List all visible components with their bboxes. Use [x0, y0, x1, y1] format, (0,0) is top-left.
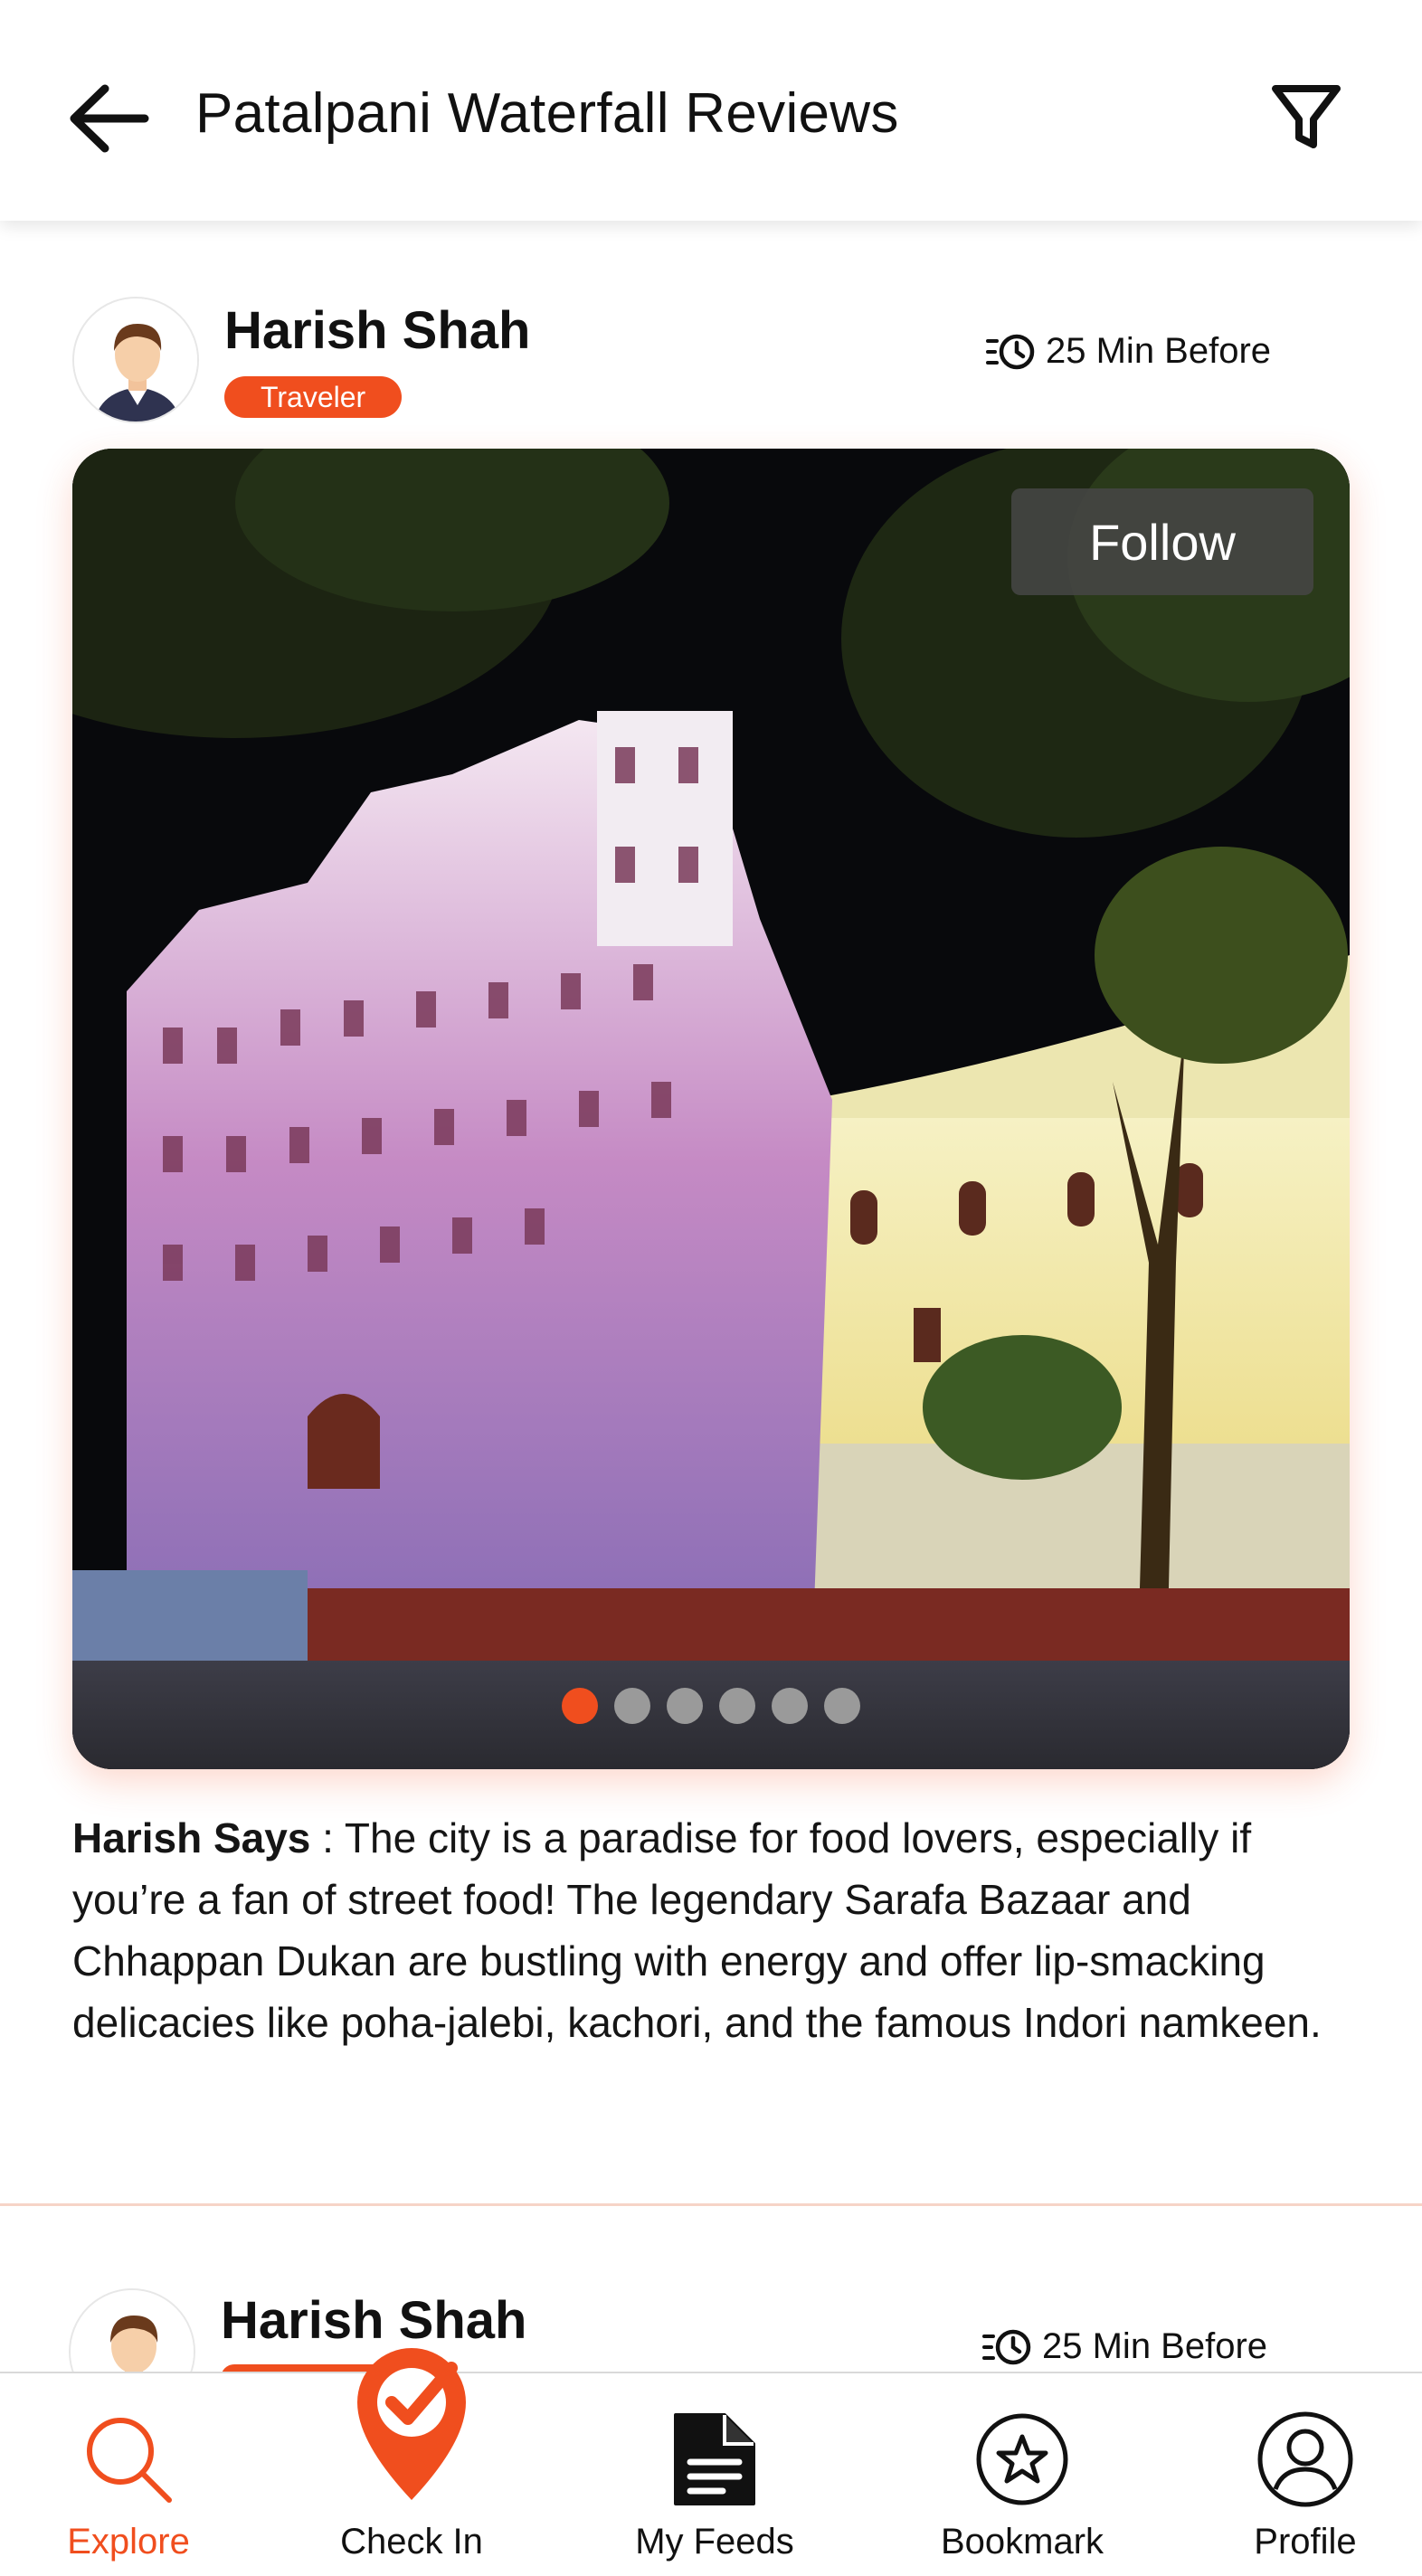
- review-text: Harish Says : The city is a paradise for…: [72, 1807, 1357, 2053]
- author-name[interactable]: Harish Shah: [224, 300, 530, 361]
- document-icon: [674, 2413, 755, 2505]
- filter-button[interactable]: [1268, 80, 1344, 156]
- nav-profile[interactable]: Profile: [1212, 2373, 1398, 2576]
- follow-button[interactable]: Follow: [1011, 488, 1313, 595]
- timestamp-text: 25 Min Before: [1042, 2326, 1268, 2366]
- timestamp-text: 25 Min Before: [1046, 331, 1272, 371]
- check-in-pin-icon: [357, 2348, 466, 2500]
- carousel-dot[interactable]: [614, 1688, 650, 1724]
- search-icon: [87, 2418, 172, 2503]
- page-title: Patalpani Waterfall Reviews: [195, 82, 899, 145]
- review-timestamp: 25 Min Before: [982, 2326, 1267, 2367]
- nav-label: Bookmark: [940, 2522, 1104, 2562]
- carousel-dot[interactable]: [824, 1688, 860, 1724]
- review-divider: [0, 2203, 1422, 2206]
- history-clock-icon: [986, 334, 1035, 369]
- avatar[interactable]: [72, 297, 199, 423]
- review-timestamp: 25 Min Before: [986, 331, 1271, 372]
- carousel-indicator: [72, 1688, 1350, 1724]
- role-badge: Traveler: [224, 376, 403, 418]
- nav-label: My Feeds: [635, 2522, 794, 2562]
- carousel-dot[interactable]: [772, 1688, 808, 1724]
- nav-label: Check In: [340, 2522, 483, 2562]
- review-separator: :: [310, 1814, 345, 1861]
- nav-my-feeds[interactable]: My Feeds: [615, 2373, 814, 2576]
- carousel-dot[interactable]: [562, 1688, 598, 1724]
- filter-icon: [1272, 85, 1341, 148]
- history-clock-icon: [982, 2329, 1031, 2364]
- review-photo-carousel[interactable]: Follow: [72, 449, 1350, 1769]
- bottom-navigation: Explore Check In My Feeds Bookmark Profi…: [0, 2348, 1422, 2576]
- nav-label: Profile: [1254, 2522, 1357, 2562]
- nav-label: Explore: [67, 2522, 190, 2562]
- carousel-dot[interactable]: [667, 1688, 703, 1724]
- nav-check-in[interactable]: Check In: [317, 2348, 507, 2576]
- avatar-icon: [74, 298, 197, 421]
- arrow-left-icon: [70, 84, 149, 153]
- star-icon: [976, 2413, 1068, 2505]
- user-icon: [1257, 2411, 1353, 2507]
- nav-explore[interactable]: Explore: [36, 2373, 221, 2576]
- palace-night-photo: [72, 449, 1350, 1769]
- carousel-dot[interactable]: [719, 1688, 755, 1724]
- back-button[interactable]: [65, 78, 156, 159]
- nav-bookmark[interactable]: Bookmark: [923, 2373, 1122, 2576]
- review-says-label: Harish Says: [72, 1814, 311, 1861]
- app-header: Patalpani Waterfall Reviews: [0, 0, 1422, 221]
